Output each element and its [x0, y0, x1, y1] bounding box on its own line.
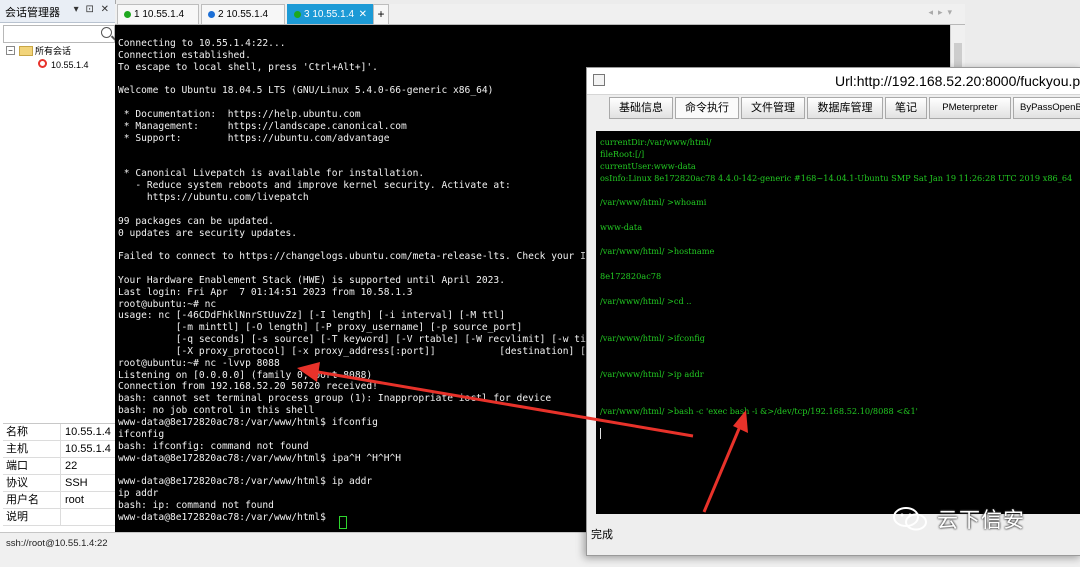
session-manager-panel: 会话管理器 ▾ ⊡ ✕ − 所有会话 10.55.1.4 名称 10.55.1.4… — [0, 0, 116, 532]
tab-session-1[interactable]: 1 10.55.1.4 — [117, 4, 199, 24]
folder-icon — [19, 46, 33, 56]
tree-node-session[interactable]: 10.55.1.4 — [4, 58, 114, 72]
property-row: 用户名 root — [3, 492, 115, 509]
connected-status-icon — [294, 11, 301, 18]
console-output: currentDir:/var/www/html/fileRoot:[/] cur… — [600, 137, 1072, 419]
tab-notes[interactable]: 笔记 — [885, 97, 927, 119]
session-properties: 名称 10.55.1.4 主机 10.55.1.4 端口 22 协议 SSH 用户名 ro… — [3, 423, 115, 526]
collapse-icon[interactable]: − — [6, 46, 15, 55]
tab-basic-info[interactable]: 基础信息 — [609, 97, 673, 119]
search-icon[interactable] — [101, 27, 112, 38]
tab-file-manager[interactable]: 文件管理 — [741, 97, 805, 119]
console-line: osInfo:Linux 8e172820ac78 4.4.0-142-gene… — [600, 173, 1073, 183]
webshell-tabs: 基础信息 命令执行 文件管理 数据库管理 笔记 PMeterpreter ByP… — [609, 97, 1080, 119]
webshell-title: Url:http://192.168.52.20:8000/fuckyou.ph… — [835, 73, 1080, 89]
tab-label: 2 10.55.1.4 — [218, 9, 269, 20]
session-icon — [38, 59, 47, 68]
connection-status: ssh://root@10.55.1.4:22 — [6, 538, 108, 549]
close-tab-icon[interactable]: ✕ — [359, 5, 367, 24]
property-key: 协议 — [3, 475, 61, 491]
property-row: 说明 — [3, 509, 115, 526]
info-status-icon — [208, 11, 215, 18]
webshell-window: Url:http://192.168.52.20:8000/fuckyou.ph… — [586, 67, 1080, 556]
tab-session-3[interactable]: 3 10.55.1.4 ✕ — [287, 4, 373, 24]
console-caret — [600, 428, 601, 439]
property-value: 22 — [65, 460, 78, 472]
console-line: 8e172820ac78 — [600, 271, 662, 282]
tab-session-2[interactable]: 2 10.55.1.4 — [201, 4, 285, 24]
console-line: currentUser:www-data — [600, 161, 696, 171]
tab-database-manager[interactable]: 数据库管理 — [807, 97, 883, 119]
terminal-cursor — [339, 516, 347, 529]
property-value: 10.55.1.4 — [65, 426, 111, 438]
tree-root-label: 所有会话 — [35, 46, 72, 56]
console-line: /var/www/html/ >cd .. — [600, 295, 692, 306]
webshell-titlebar: Url:http://192.168.52.20:8000/fuckyou.ph… — [587, 68, 1080, 95]
wechat-icon — [893, 507, 927, 531]
console-line: /var/www/html/ >ifconfig — [600, 332, 706, 343]
connected-status-icon — [124, 11, 131, 18]
tab-command-exec[interactable]: 命令执行 — [675, 97, 739, 119]
console-line: www-data — [600, 221, 643, 232]
session-tree: − 所有会话 10.55.1.4 — [4, 44, 114, 72]
tree-node-all-sessions[interactable]: − 所有会话 — [4, 44, 114, 58]
tab-pmeterpreter[interactable]: PMeterpreter — [929, 97, 1011, 119]
panel-window-controls[interactable]: ▾ ⊡ ✕ — [74, 4, 111, 15]
property-key: 主机 — [3, 441, 61, 457]
console-line: /var/www/html/ >hostname — [600, 246, 715, 257]
property-key: 用户名 — [3, 492, 61, 508]
property-key: 名称 — [3, 424, 61, 440]
session-manager-title: 会话管理器 — [5, 7, 60, 19]
console-line: currentDir:/var/www/html/ — [600, 137, 712, 147]
property-row: 端口 22 — [3, 458, 115, 475]
console-line: /var/www/html/ >whoami — [600, 197, 707, 208]
tab-bypass-openbasedir[interactable]: ByPassOpenBasedir — [1013, 97, 1080, 119]
command-console[interactable]: currentDir:/var/www/html/fileRoot:[/] cur… — [596, 131, 1080, 514]
console-line: /var/www/html/ >bash -c 'exec bash -i &>… — [600, 406, 918, 417]
property-value: SSH — [65, 477, 88, 489]
session-tab-bar: 1 10.55.1.4 2 10.55.1.4 3 10.55.1.4 ✕ + … — [115, 4, 965, 25]
app-icon — [593, 74, 605, 86]
tab-label: 1 10.55.1.4 — [134, 9, 185, 20]
tab-scroll-arrows[interactable]: ◂▸▾ — [928, 7, 957, 18]
session-manager-header: 会话管理器 ▾ ⊡ ✕ — [0, 0, 115, 23]
console-line: /var/www/html/ >ip addr — [600, 369, 704, 380]
property-value — [61, 509, 65, 525]
webshell-status: 完成 — [591, 529, 613, 541]
watermark-text: 云下信安 — [937, 509, 1025, 532]
session-search-input[interactable] — [3, 25, 115, 43]
console-line: fileRoot:[/] — [600, 149, 645, 159]
tab-label: 3 10.55.1.4 — [304, 9, 355, 20]
property-key: 端口 — [3, 458, 61, 474]
new-tab-button[interactable]: + — [373, 4, 389, 25]
property-key: 说明 — [3, 509, 61, 525]
property-row: 名称 10.55.1.4 — [3, 424, 115, 441]
property-value: 10.55.1.4 — [65, 443, 111, 455]
property-value: root — [65, 494, 84, 506]
property-row: 协议 SSH — [3, 475, 115, 492]
property-row: 主机 10.55.1.4 — [3, 441, 115, 458]
tree-session-label: 10.55.1.4 — [51, 60, 89, 70]
